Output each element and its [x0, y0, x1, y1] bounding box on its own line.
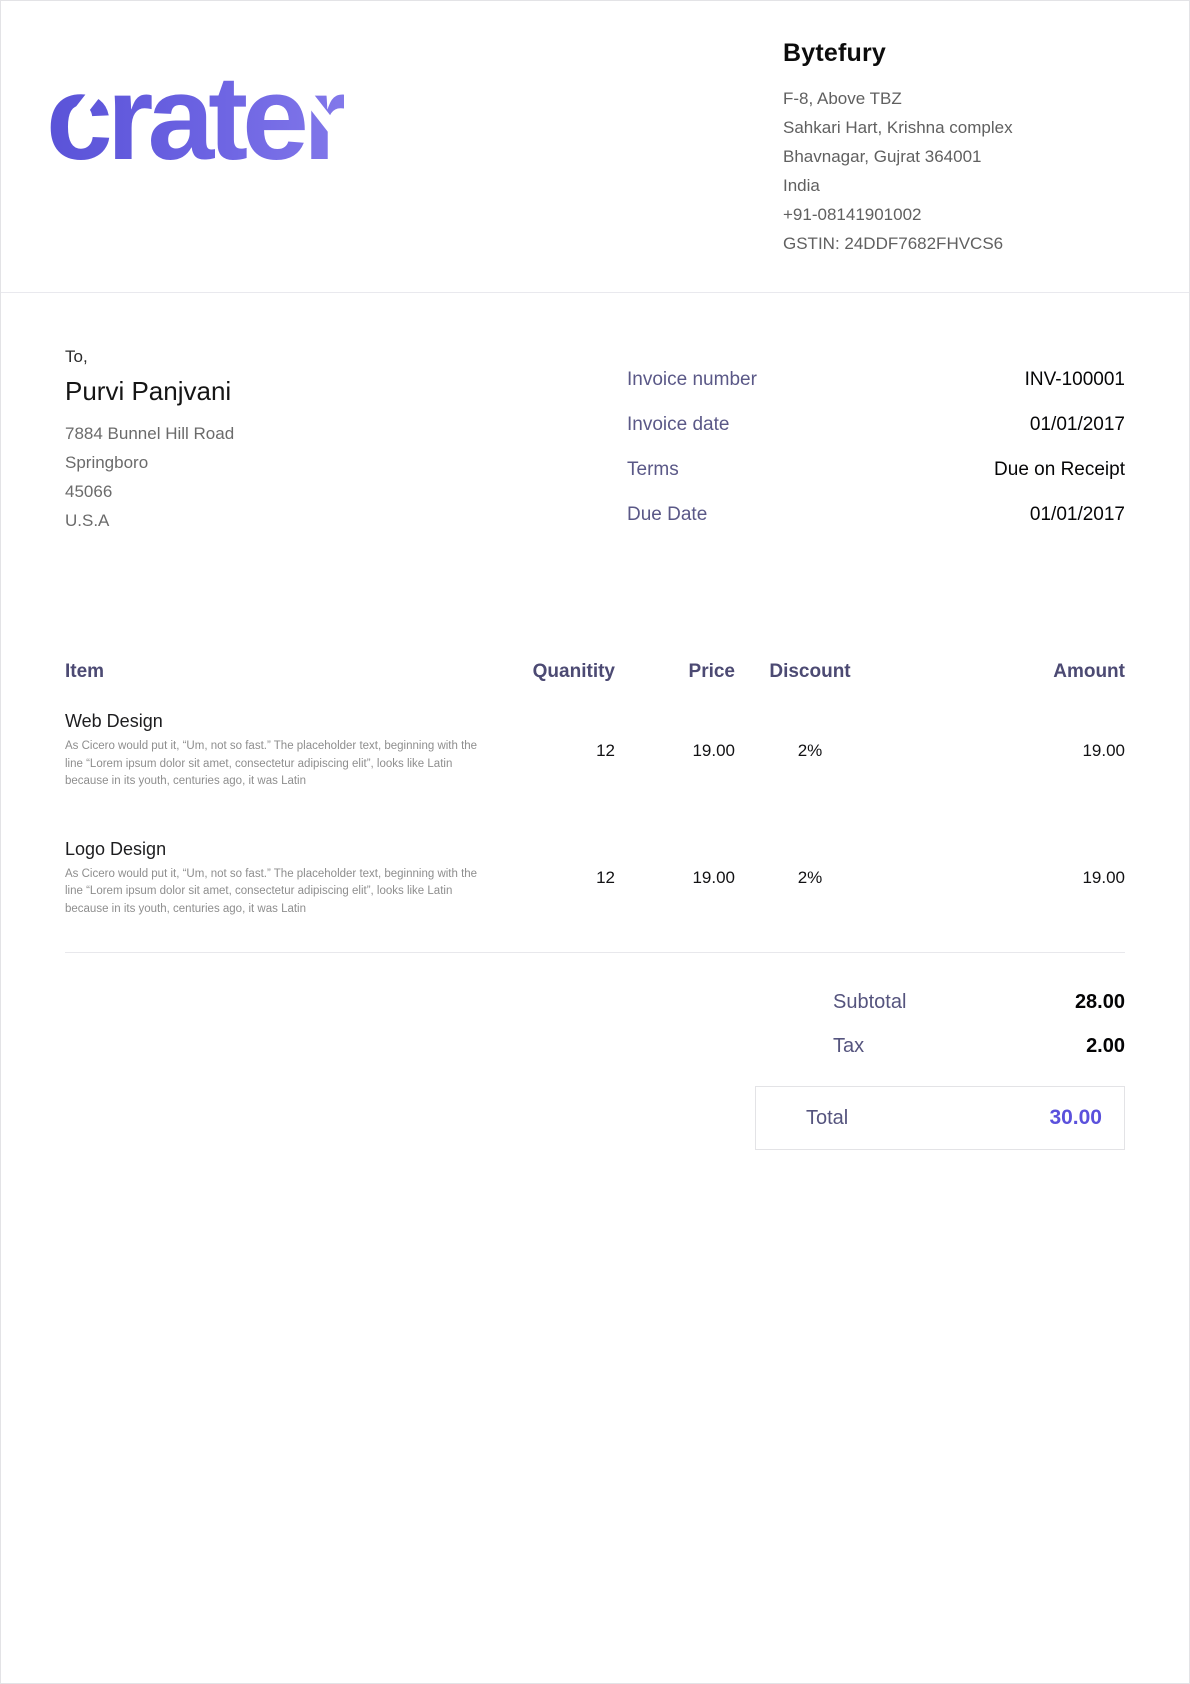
column-header-price: Price [615, 661, 735, 683]
company-phone: +91-08141901002 [783, 200, 1139, 229]
column-header-amount: Amount [885, 661, 1125, 683]
column-header-quantity: Quanitity [495, 661, 615, 683]
meta-row-terms: Terms Due on Receipt [627, 459, 1125, 481]
terms-value: Due on Receipt [994, 459, 1125, 481]
company-block: Bytefury F-8, Above TBZ Sahkari Hart, Kr… [783, 39, 1139, 292]
items-table: Item Quanitity Price Discount Amount Web… [65, 661, 1125, 953]
total-value: 30.00 [1049, 1106, 1102, 1130]
item-quantity: 12 [495, 741, 615, 761]
column-header-item: Item [65, 661, 495, 683]
item-discount: 2% [735, 868, 885, 888]
invoice-meta: Invoice number INV-100001 Invoice date 0… [627, 369, 1125, 549]
tax-label: Tax [833, 1035, 864, 1058]
meta-row-invoice-number: Invoice number INV-100001 [627, 369, 1125, 391]
table-row: Logo Design As Cicero would put it, “Um,… [65, 811, 1125, 939]
terms-label: Terms [627, 459, 679, 481]
table-row: Web Design As Cicero would put it, “Um, … [65, 683, 1125, 811]
item-price: 19.00 [615, 741, 735, 761]
total-box: Total 30.00 [755, 1086, 1125, 1150]
due-date-label: Due Date [627, 504, 707, 526]
crater-logo: crater [46, 61, 344, 201]
tax-row: Tax 2.00 [755, 1035, 1125, 1058]
crater-logo-wordmark: crater [46, 61, 344, 176]
items-divider [65, 952, 1125, 953]
bill-to-label: To, [65, 347, 234, 367]
item-quantity: 12 [495, 868, 615, 888]
invoice-date-label: Invoice date [627, 414, 729, 436]
billing-section: To, Purvi Panjvani 7884 Bunnel Hill Road… [65, 347, 1125, 549]
customer-address-line: 7884 Bunnel Hill Road [65, 419, 234, 448]
company-name: Bytefury [783, 39, 1139, 68]
item-price: 19.00 [615, 868, 735, 888]
company-address-line: Bhavnagar, Gujrat 364001 [783, 142, 1139, 171]
subtotal-label: Subtotal [833, 991, 906, 1014]
item-description: As Cicero would put it, “Um, not so fast… [65, 738, 495, 791]
tax-value: 2.00 [1086, 1035, 1125, 1058]
item-amount: 19.00 [885, 741, 1125, 761]
meta-row-invoice-date: Invoice date 01/01/2017 [627, 414, 1125, 436]
subtotal-value: 28.00 [1075, 991, 1125, 1014]
company-address-line: F-8, Above TBZ [783, 84, 1139, 113]
bill-to-block: To, Purvi Panjvani 7884 Bunnel Hill Road… [65, 347, 234, 549]
totals-section: Subtotal 28.00 Tax 2.00 Total 30.00 [755, 991, 1125, 1150]
item-cell: Logo Design As Cicero would put it, “Um,… [65, 839, 495, 919]
item-amount: 19.00 [885, 868, 1125, 888]
invoice-page: crater Bytefury F-8, Above TBZ Sahkari H… [0, 0, 1190, 1684]
due-date-value: 01/01/2017 [1030, 504, 1125, 526]
item-description: As Cicero would put it, “Um, not so fast… [65, 866, 495, 919]
company-address-line: Sahkari Hart, Krishna complex [783, 113, 1139, 142]
company-address-line: India [783, 171, 1139, 200]
invoice-date-value: 01/01/2017 [1030, 414, 1125, 436]
item-name: Web Design [65, 711, 495, 732]
meta-row-due-date: Due Date 01/01/2017 [627, 504, 1125, 526]
item-name: Logo Design [65, 839, 495, 860]
customer-address-line: Springboro [65, 448, 234, 477]
column-header-discount: Discount [735, 661, 885, 683]
invoice-number-label: Invoice number [627, 369, 757, 391]
table-header-row: Item Quanitity Price Discount Amount [65, 661, 1125, 683]
customer-address-line: U.S.A [65, 506, 234, 535]
item-cell: Web Design As Cicero would put it, “Um, … [65, 711, 495, 791]
invoice-number-value: INV-100001 [1025, 369, 1125, 391]
company-gstin: GSTIN: 24DDF7682FHVCS6 [783, 229, 1139, 258]
invoice-body: To, Purvi Panjvani 7884 Bunnel Hill Road… [1, 347, 1189, 1150]
item-discount: 2% [735, 741, 885, 761]
customer-address-line: 45066 [65, 477, 234, 506]
total-label: Total [806, 1107, 848, 1130]
customer-name: Purvi Panjvani [65, 376, 234, 407]
invoice-header: crater Bytefury F-8, Above TBZ Sahkari H… [1, 1, 1189, 293]
subtotal-row: Subtotal 28.00 [755, 991, 1125, 1014]
